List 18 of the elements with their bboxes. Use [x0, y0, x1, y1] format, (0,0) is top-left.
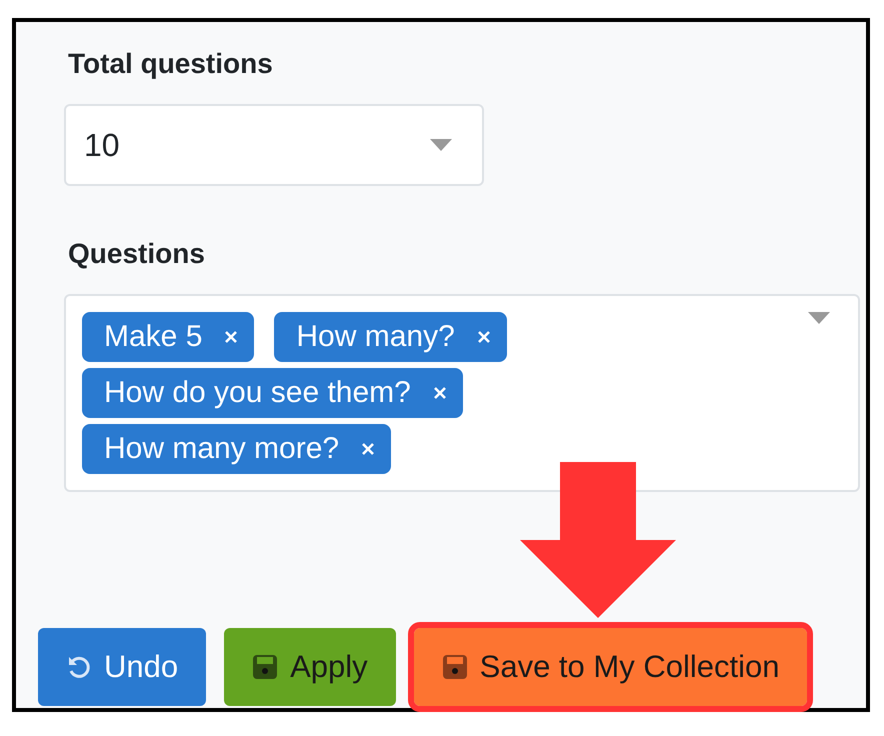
- tag-label: How do you see them?: [104, 376, 411, 410]
- undo-icon: [66, 654, 92, 680]
- remove-icon[interactable]: [361, 442, 376, 456]
- total-questions-select[interactable]: 10: [64, 104, 484, 186]
- remove-icon[interactable]: [476, 330, 491, 344]
- tag-label: How many more?: [104, 432, 340, 466]
- remove-icon[interactable]: [224, 330, 238, 344]
- field-label: Total questions: [68, 48, 274, 80]
- dropdown-caret-icon: [430, 139, 452, 151]
- apply-button[interactable]: Apply: [224, 628, 396, 706]
- tag-label: How many?: [296, 320, 455, 354]
- save-button[interactable]: Save to My Collection: [414, 628, 808, 706]
- remove-icon[interactable]: [432, 386, 447, 400]
- tag-label: Make 5: [104, 320, 202, 354]
- undo-button[interactable]: Undo: [38, 628, 206, 706]
- dropdown-caret-icon: [808, 312, 830, 324]
- questions-multiselect[interactable]: Make 5 How many? How do you see them? How many more?: [64, 294, 860, 492]
- field-label: Questions: [68, 238, 206, 270]
